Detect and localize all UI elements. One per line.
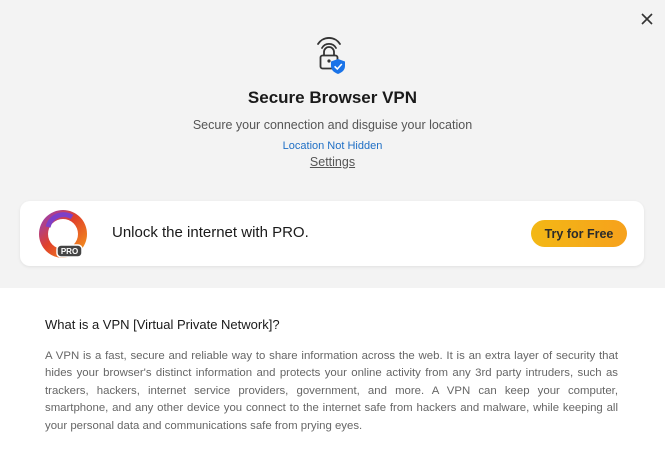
lock-shield-icon <box>317 37 345 74</box>
page-title: Secure Browser VPN <box>247 88 418 107</box>
close-button[interactable] <box>636 8 658 30</box>
location-status: Location Not Hidden <box>282 140 383 152</box>
vpn-header-panel: Secure Browser VPN Secure your connectio… <box>0 0 665 288</box>
try-for-free-button[interactable]: Try for Free <box>531 220 627 247</box>
info-paragraph: A VPN is a fast, secure and reliable way… <box>45 350 618 432</box>
close-icon <box>641 13 653 25</box>
settings-row: Settings <box>0 155 665 169</box>
promo-text: Unlock the internet with PRO. <box>112 224 309 241</box>
settings-link[interactable]: Settings <box>310 155 355 169</box>
pro-promo-card: PRO Unlock the internet with PRO. Try fo… <box>20 201 644 266</box>
browser-pro-logo: PRO <box>39 210 87 258</box>
pro-badge-text: PRO <box>61 247 78 256</box>
page-subtitle: Secure your connection and disguise your… <box>192 118 473 132</box>
info-heading: What is a VPN [Virtual Private Network]? <box>45 317 280 332</box>
